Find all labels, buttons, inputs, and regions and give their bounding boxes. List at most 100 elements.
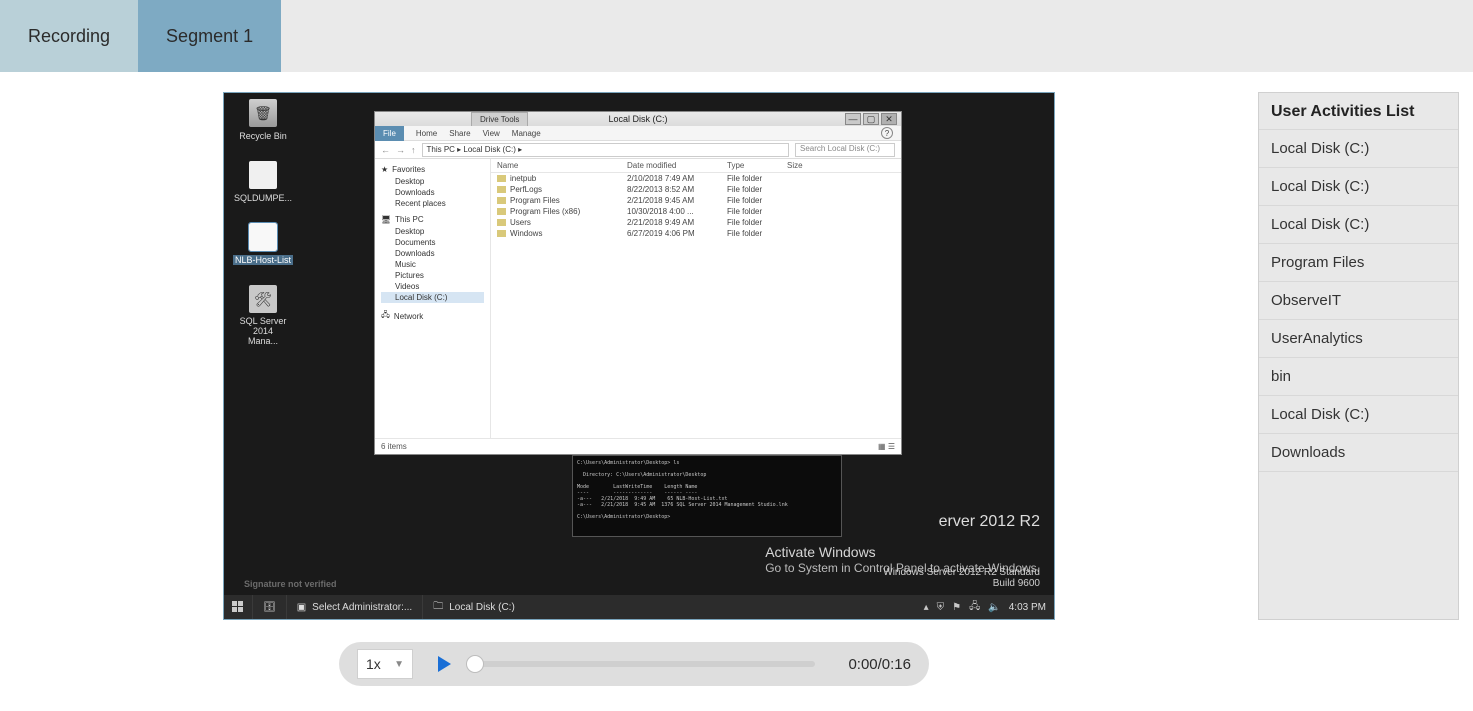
file-size [787,174,837,183]
tray-sound-icon[interactable]: 🔈 [988,602,1000,613]
address-bar-row: ← → ↑ This PC ▸ Local Disk (C:) ▸ Search… [375,141,901,159]
speed-selector[interactable]: 1x ▼ [357,649,413,679]
nav-up-icon[interactable]: ↑ [411,145,416,155]
ribbon-home[interactable]: Home [416,129,437,138]
activity-item[interactable]: Downloads [1259,433,1458,472]
system-tray[interactable]: ▴ ⛨ ⚑ 🖧 🔈 4:03 PM [916,599,1054,616]
explorer-nav-pane[interactable]: ★Favorites Desktop Downloads Recent plac… [375,159,491,438]
progress-thumb[interactable] [466,655,484,673]
desktop-icon-nlb-host-list[interactable]: NLB-Host-List [238,223,288,265]
table-row[interactable]: Program Files (x86)10/30/2018 4:00 ...Fi… [491,206,901,217]
nav-item[interactable]: Music [381,259,484,270]
explorer-status-bar: 6 items ▦ ☰ [375,438,901,454]
desktop-icon-recycle-bin[interactable]: 🗑 Recycle Bin [238,99,288,141]
nav-item-local-disk-c[interactable]: Local Disk (C:) [381,292,484,303]
tab-recording[interactable]: Recording [0,0,138,72]
search-input[interactable]: Search Local Disk (C:) [795,143,895,157]
desktop-icon-sqldumpe[interactable]: SQLDUMPE... [238,161,288,203]
activity-item[interactable]: Local Disk (C:) [1259,395,1458,433]
play-button[interactable] [429,649,459,679]
close-button[interactable]: ✕ [881,113,897,125]
desktop-icon-label: SQL Server 2014 Mana... [238,317,288,347]
nav-item[interactable]: Pictures [381,270,484,281]
window-title: Local Disk (C:) [608,114,667,124]
file-size [787,207,837,216]
taskbar[interactable]: 🗄 ▣Select Administrator:... 🗀Local Disk … [224,595,1054,619]
activity-item[interactable]: Local Disk (C:) [1259,167,1458,205]
tab-segment-1[interactable]: Segment 1 [138,0,281,72]
taskbar-server-manager[interactable]: 🗄 [252,595,286,619]
nav-fwd-icon[interactable]: → [396,145,405,155]
folder-icon [497,219,506,226]
console-window[interactable]: C:\Users\Administrator\Desktop> ls Direc… [572,455,842,537]
nav-item[interactable]: Desktop [381,176,484,187]
file-icon [249,223,277,251]
activity-item[interactable]: Local Disk (C:) [1259,129,1458,167]
file-name: Users [510,218,531,227]
file-name: Program Files [510,196,560,205]
table-row[interactable]: Windows6/27/2019 4:06 PMFile folder [491,228,901,239]
build-line: Windows Server 2012 R2 Standard Build 96… [883,567,1040,589]
progress-track[interactable] [475,661,815,667]
desktop-icons: 🗑 Recycle Bin SQLDUMPE... NLB-Host-List … [238,99,288,367]
user-activities-panel: User Activities List Local Disk (C:)Loca… [1258,92,1459,620]
taskbar-label: Select Administrator:... [312,602,412,613]
file-type: File folder [727,185,787,194]
nav-favorites[interactable]: Favorites [392,165,425,174]
nav-item[interactable]: Videos [381,281,484,292]
table-row[interactable]: PerfLogs8/22/2013 8:52 AMFile folder [491,184,901,195]
tray-flag-icon[interactable]: ⚑ [952,602,961,613]
nav-back-icon[interactable]: ← [381,145,390,155]
ribbon-file[interactable]: File [375,126,404,141]
maximize-button[interactable]: ▢ [863,113,879,125]
help-icon[interactable]: ? [881,127,893,139]
col-modified[interactable]: Date modified [627,161,727,170]
nav-item[interactable]: Downloads [381,248,484,259]
recording-viewer[interactable]: 🗑 Recycle Bin SQLDUMPE... NLB-Host-List … [223,92,1055,620]
ribbon-view[interactable]: View [483,129,500,138]
nav-item[interactable]: Downloads [381,187,484,198]
table-row[interactable]: inetpub2/10/2018 7:49 AMFile folder [491,173,901,184]
minimize-button[interactable]: — [845,113,861,125]
desktop-icon-label: Recycle Bin [239,131,287,141]
breadcrumb[interactable]: This PC ▸ Local Disk (C:) ▸ [422,143,790,157]
activity-item[interactable]: ObserveIT [1259,281,1458,319]
nav-item[interactable]: Recent places [381,198,484,209]
file-name: Windows [510,229,542,238]
desktop-icon-sql-server[interactable]: 🛠 SQL Server 2014 Mana... [238,285,288,347]
explorer-file-list[interactable]: Name Date modified Type Size inetpub2/10… [491,159,901,438]
col-size[interactable]: Size [787,161,837,170]
activity-item[interactable]: Local Disk (C:) [1259,205,1458,243]
window-titlebar[interactable]: Local Disk (C:) — ▢ ✕ [375,112,901,126]
tray-shield-icon[interactable]: ⛨ [937,602,945,613]
tray-network-icon[interactable]: 🖧 [969,599,980,616]
desktop-icon-label: SQLDUMPE... [234,193,292,203]
nav-network[interactable]: Network [394,312,423,321]
file-size [787,229,837,238]
taskbar-item-admin[interactable]: ▣Select Administrator:... [286,595,423,619]
table-row[interactable]: Program Files2/21/2018 9:45 AMFile folde… [491,195,901,206]
activity-item[interactable]: Program Files [1259,243,1458,281]
file-explorer-window[interactable]: Drive Tools Local Disk (C:) — ▢ ✕ File H… [374,111,902,455]
col-name[interactable]: Name [497,161,627,170]
start-button[interactable] [224,595,252,619]
taskbar-item-localdisk[interactable]: 🗀Local Disk (C:) [422,595,525,619]
column-headers[interactable]: Name Date modified Type Size [491,159,901,173]
activity-item[interactable]: UserAnalytics [1259,319,1458,357]
speed-value: 1x [366,656,381,672]
file-date: 2/10/2018 7:49 AM [627,174,727,183]
activity-item[interactable]: bin [1259,357,1458,395]
nav-thispc[interactable]: This PC [395,215,423,224]
col-type[interactable]: Type [727,161,787,170]
view-toggle-icon[interactable]: ▦ ☰ [878,442,895,451]
ribbon-share[interactable]: Share [449,129,470,138]
folder-icon [497,186,506,193]
nav-item[interactable]: Desktop [381,226,484,237]
file-type: File folder [727,218,787,227]
nav-item[interactable]: Documents [381,237,484,248]
taskbar-clock[interactable]: 4:03 PM [1009,602,1046,613]
tray-up-icon[interactable]: ▴ [924,602,929,613]
table-row[interactable]: Users2/21/2018 9:49 AMFile folder [491,217,901,228]
ribbon-manage[interactable]: Manage [512,129,541,138]
drive-tools-tab[interactable]: Drive Tools [471,112,528,126]
